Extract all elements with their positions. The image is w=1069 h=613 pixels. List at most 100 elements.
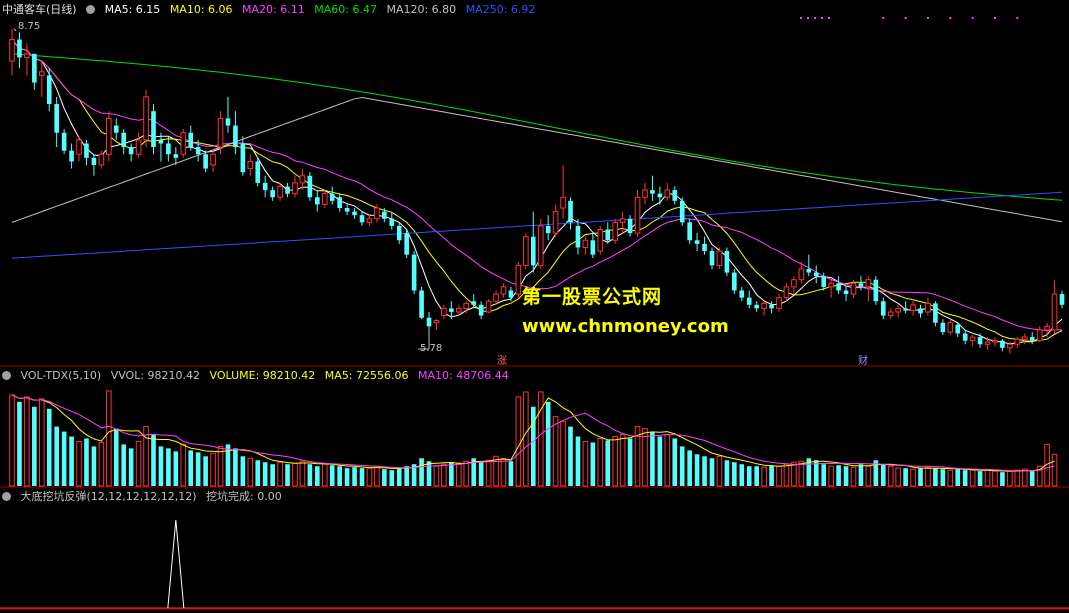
ma60-label: MA60: 6.47 <box>314 3 377 16</box>
candle-body <box>98 153 105 166</box>
volume-bar <box>54 426 59 486</box>
candle-body <box>552 211 559 234</box>
marker-dot <box>814 17 816 19</box>
marker-dot <box>949 17 952 19</box>
volume-bar <box>739 464 745 486</box>
candle-body <box>679 200 685 223</box>
volume-bar <box>746 466 752 486</box>
indicator-panel-header: 大底挖坑反弹(12,12,12,12,12,12) 挖坑完成: 0.00 <box>2 490 288 504</box>
candle-body <box>910 304 916 312</box>
volume-bar <box>552 416 559 487</box>
candle-body <box>225 118 231 126</box>
high-price-label: 8.75 <box>18 21 41 32</box>
candle-body <box>359 215 365 223</box>
candle-body <box>1059 294 1065 305</box>
volume-bar <box>84 438 89 486</box>
ma120-label: MA120: 6.80 <box>386 3 457 16</box>
candle-body <box>419 290 424 318</box>
event-tag-rise[interactable]: 涨 <box>497 352 507 367</box>
candle-body <box>217 117 224 148</box>
candle-body <box>143 96 149 141</box>
volume-bar <box>1000 472 1005 486</box>
volume-bar <box>76 440 82 487</box>
volume-bar <box>485 459 492 487</box>
volume-bar <box>180 443 187 487</box>
volume-bar <box>627 438 633 486</box>
indicator-lines <box>0 519 1069 609</box>
ma20-label: MA20: 6.11 <box>242 3 305 16</box>
candle-body <box>590 240 596 255</box>
candle-body <box>426 317 432 327</box>
volume-bar <box>530 406 536 486</box>
volume-bar <box>925 466 931 487</box>
candle-body <box>657 193 663 198</box>
volume-bar <box>166 448 171 486</box>
volume-bar <box>709 458 715 486</box>
volume-bar <box>962 470 968 486</box>
candle-body <box>933 303 938 323</box>
volume-bar <box>188 450 194 486</box>
volume-bar <box>463 460 470 487</box>
volume-bar <box>672 438 678 486</box>
vol-ma5-label: MA5: 72556.06 <box>324 369 409 382</box>
candle-body <box>798 268 805 281</box>
candle-body <box>575 225 581 248</box>
candle-body <box>925 302 931 313</box>
volume-bar <box>537 391 544 487</box>
volume-bar <box>441 463 447 487</box>
candle-body <box>523 236 529 266</box>
ma250-line <box>11 191 1063 259</box>
candle-body <box>530 236 536 266</box>
volume-bar <box>895 467 901 487</box>
volume-bar <box>619 434 626 487</box>
candle-body <box>404 233 409 255</box>
volume-bar <box>664 434 671 487</box>
candle-body <box>166 143 171 155</box>
indicator-collapse-icon[interactable] <box>2 491 11 501</box>
marker-dot <box>971 17 974 19</box>
marker-dot <box>821 17 823 19</box>
candle-body <box>233 125 238 148</box>
candle-body <box>91 157 97 165</box>
volume-bar <box>776 465 782 487</box>
volume-bar <box>724 460 730 486</box>
volume-bar <box>969 469 976 487</box>
volume-bar <box>46 408 52 486</box>
volume-collapse-icon[interactable] <box>2 370 11 380</box>
candle-body <box>210 153 216 166</box>
candle-body <box>158 139 164 144</box>
candle-body <box>247 160 254 170</box>
candle-body <box>76 139 82 155</box>
volume-bar <box>843 466 849 486</box>
candle-body <box>612 221 619 241</box>
candle-body <box>500 286 507 295</box>
volume-bar <box>642 428 648 487</box>
candle-body <box>969 336 976 342</box>
high-pointer <box>13 28 17 32</box>
candle-body <box>1014 338 1021 345</box>
ma5-label: MA5: 6.15 <box>104 3 161 16</box>
volume-bar <box>270 464 275 486</box>
collapse-icon[interactable] <box>86 4 96 14</box>
candle-body <box>694 240 700 244</box>
candle-body <box>61 132 67 151</box>
volume-bar <box>315 466 320 486</box>
candle-body <box>173 154 179 158</box>
volume-bar <box>650 431 655 486</box>
candle-body <box>769 304 774 309</box>
volume-bar <box>679 446 685 486</box>
volume-bar <box>761 466 767 487</box>
candle-body <box>776 297 782 309</box>
event-tag-finance[interactable]: 财 <box>858 352 868 367</box>
volume-bar <box>195 452 201 486</box>
volume-bar <box>545 401 551 486</box>
volume-bar <box>523 391 529 487</box>
candle-body <box>873 279 879 302</box>
volume-bar <box>783 463 790 487</box>
volume-bar <box>38 398 45 487</box>
volume-bar <box>716 455 723 487</box>
volume-bar <box>850 466 857 487</box>
candle-body <box>865 279 872 288</box>
candle-body <box>315 197 320 205</box>
volume-bar <box>158 446 164 486</box>
